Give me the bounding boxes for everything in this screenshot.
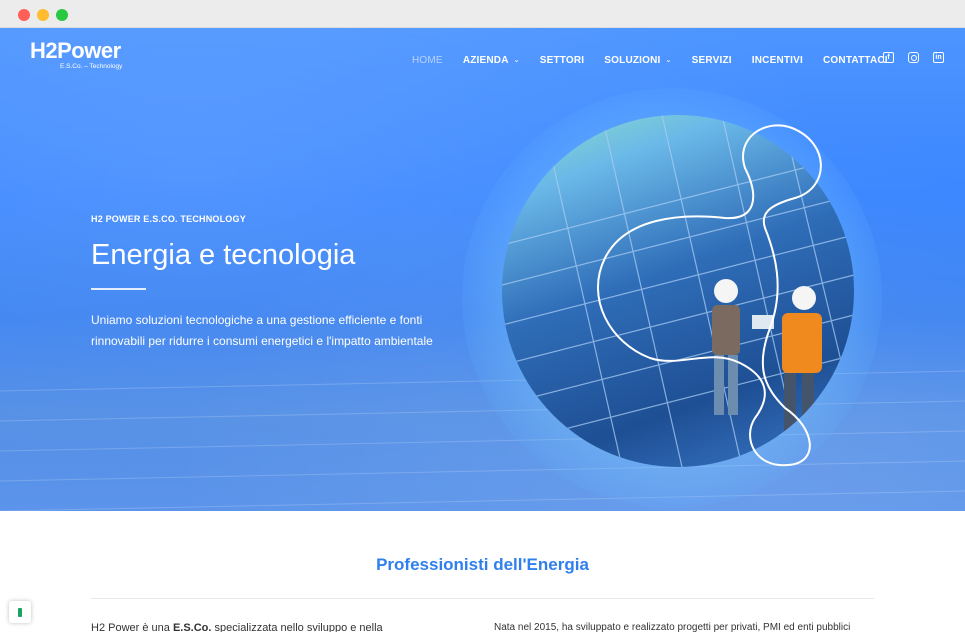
nav-item-settori[interactable]: SETTORI: [540, 52, 585, 68]
nav-item-label: CONTATTACI: [823, 54, 888, 66]
social-links: f in: [883, 52, 944, 63]
chevron-down-icon: ⌄: [513, 57, 520, 64]
hero-title: Energia e tecnologia: [91, 239, 356, 271]
main-navigation: HOME AZIENDA ⌄ SETTORI SOLUZIONI ⌄ SERVIZI…: [412, 52, 908, 68]
instagram-icon[interactable]: [908, 52, 919, 63]
close-window-button[interactable]: [18, 9, 30, 21]
title-underline: [91, 288, 146, 290]
nav-item-label: SERVIZI: [691, 54, 732, 66]
nav-item-contattaci[interactable]: CONTATTACI: [823, 52, 888, 68]
nav-item-servizi[interactable]: SERVIZI: [692, 52, 732, 68]
intro-paragraph-left: H2 Power è una E.S.Co. specializzata nel…: [91, 622, 383, 632]
section-divider: [91, 598, 874, 599]
minimize-window-button[interactable]: [37, 9, 49, 21]
hero-section: H2Power E.S.Co. – Technology HOME AZIEND…: [0, 28, 965, 511]
nav-item-home[interactable]: HOME: [412, 52, 443, 68]
nav-item-label: SETTORI: [539, 54, 585, 66]
brand-logo[interactable]: H2Power E.S.Co. – Technology: [30, 38, 130, 72]
maximize-window-button[interactable]: [56, 9, 68, 21]
linkedin-icon[interactable]: in: [933, 52, 944, 63]
browser-window-bar: [0, 0, 965, 28]
logo-tagline: E.S.Co. – Technology: [60, 63, 123, 70]
intro-left-suffix: specializzata nello sviluppo e nella: [211, 622, 383, 632]
nav-item-soluzioni[interactable]: SOLUZIONI ⌄: [604, 52, 671, 68]
intro-section: Professionisti dell'Energia H2 Power è u…: [0, 511, 965, 632]
facebook-icon[interactable]: f: [883, 52, 894, 63]
chevron-down-icon: ⌄: [665, 57, 672, 64]
intro-paragraph-right: Nata nel 2015, ha sviluppato e realizzat…: [494, 622, 851, 632]
decorative-line-swirl: [596, 124, 822, 467]
nav-item-incentivi[interactable]: INCENTIVI: [752, 52, 803, 68]
nav-item-label: INCENTIVI: [751, 54, 803, 66]
nav-item-azienda[interactable]: AZIENDA ⌄: [463, 52, 520, 68]
nav-item-label: SOLUZIONI: [604, 54, 661, 66]
recaptcha-badge[interactable]: [9, 601, 31, 623]
intro-left-bold: E.S.Co.: [172, 622, 212, 632]
recaptcha-icon: [18, 607, 22, 617]
logo-wordmark: H2Power: [30, 38, 121, 63]
hero-eyebrow: H2 POWER E.S.CO. TECHNOLOGY: [91, 214, 246, 224]
hero-lead: Uniamo soluzioni tecnologiche a una gest…: [91, 313, 433, 348]
intro-title: Professionisti dell'Energia: [376, 555, 589, 574]
nav-item-label: HOME: [412, 54, 443, 66]
intro-left-prefix: H2 Power è una: [91, 622, 173, 632]
nav-item-label: AZIENDA: [462, 54, 509, 66]
